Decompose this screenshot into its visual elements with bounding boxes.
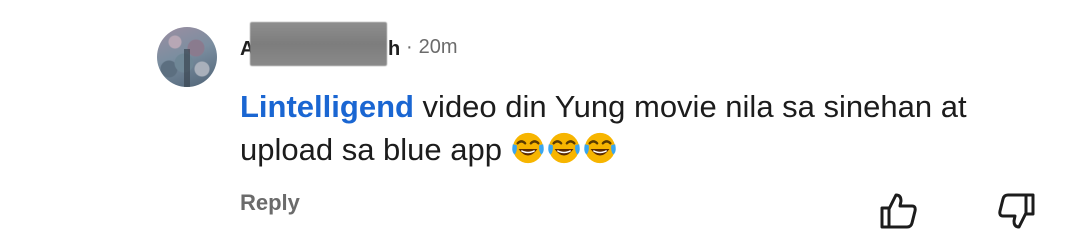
reply-button[interactable]: Reply xyxy=(240,190,300,216)
comment-text-part2: upload sa blue app xyxy=(240,132,511,167)
thumbs-down-icon xyxy=(995,193,1037,236)
avatar[interactable] xyxy=(157,27,217,87)
mention-link[interactable]: Lintelligend xyxy=(240,89,414,124)
author-name[interactable]: A h xyxy=(240,22,401,66)
face-with-tears-of-joy-icon xyxy=(511,131,545,165)
avatar-image xyxy=(184,49,190,87)
author-name-last: h xyxy=(388,38,401,60)
dislike-button[interactable] xyxy=(995,190,1037,232)
comment-text: Lintelligend video din Yung movie nila s… xyxy=(240,85,1040,171)
separator-dot: · xyxy=(406,35,413,58)
like-button[interactable] xyxy=(878,190,920,232)
comment-text-part1: video din Yung movie nila sa sinehan at xyxy=(413,89,967,124)
redaction-box xyxy=(250,22,387,66)
thumbs-up-icon xyxy=(878,193,920,236)
face-with-tears-of-joy-icon xyxy=(547,131,581,165)
timestamp: 20m xyxy=(418,35,458,58)
comment-header: A h · 20m xyxy=(240,22,458,66)
comment: A h · 20m Lintelligend video din Yung mo… xyxy=(0,0,1077,245)
face-with-tears-of-joy-icon xyxy=(583,131,617,165)
